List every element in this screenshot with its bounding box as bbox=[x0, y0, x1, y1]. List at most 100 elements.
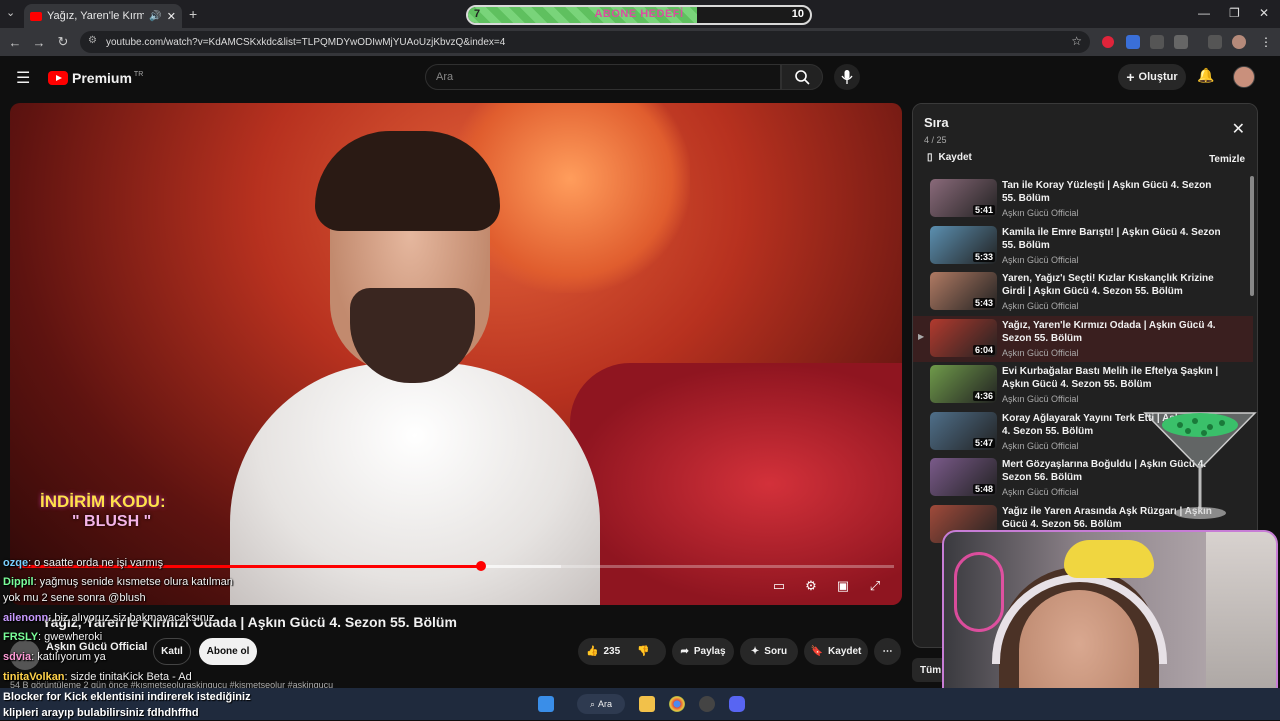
queue-item-title[interactable]: Yağız, Yaren'le Kırmızı Odada | Aşkın Gü… bbox=[1002, 319, 1227, 345]
promo-code-label: İNDİRİM KODU: bbox=[40, 492, 166, 511]
chrome-icon[interactable] bbox=[669, 696, 685, 712]
account-avatar[interactable] bbox=[1233, 66, 1255, 88]
queue-item-title[interactable]: Evi Kurbağalar Bastı Melih ile Eftelya Ş… bbox=[1002, 365, 1227, 391]
queue-item-title[interactable]: Tan ile Koray Yüzleşti | Aşkın Gücü 4. S… bbox=[1002, 179, 1227, 205]
forward-button[interactable]: → bbox=[27, 35, 51, 50]
microphone-icon bbox=[841, 70, 853, 84]
taskbar-search[interactable]: ⌕ Ara bbox=[577, 694, 625, 714]
fullscreen-icon[interactable]: ⤢ bbox=[866, 578, 884, 594]
chat-message: ailenonn: biz alıyoruz siz bakmayacaksın… bbox=[3, 612, 215, 624]
chat-username[interactable]: ozqe bbox=[3, 557, 28, 569]
windows-start-icon[interactable] bbox=[538, 696, 554, 712]
queue-item-thumbnail[interactable]: 4:36 bbox=[930, 365, 997, 403]
goal-end-value: 10 bbox=[791, 8, 804, 20]
queue-item[interactable]: ▶ 6:04 Yağız, Yaren'le Kırmızı Odada | Aşk… bbox=[913, 315, 1253, 362]
queue-item[interactable]: 5:33 Kamila ile Emre Barıştı! | Aşkın Güc… bbox=[913, 223, 1253, 269]
queue-item-thumbnail[interactable]: 5:33 bbox=[930, 225, 997, 264]
scrubber-handle[interactable] bbox=[475, 561, 486, 571]
more-actions-button[interactable]: ⋯ bbox=[874, 638, 901, 665]
subscribe-button[interactable]: Abone ol bbox=[199, 638, 257, 665]
address-bar[interactable]: ⚙ youtube.com/watch?v=KdAMCSKxkdc&list=T… bbox=[80, 31, 1090, 53]
share-icon: ➦ bbox=[680, 646, 689, 657]
browser-menu-icon[interactable]: ⋮ bbox=[1260, 35, 1272, 49]
theater-mode-icon[interactable]: ▣ bbox=[834, 578, 852, 594]
youtube-logo[interactable]: Premium TR bbox=[48, 70, 143, 86]
chat-text: : katılıyorum ya bbox=[31, 651, 106, 663]
filter-chip-all[interactable]: Tüm bbox=[912, 658, 942, 682]
chat-username[interactable]: tinitaVolkan bbox=[3, 671, 65, 683]
save-button[interactable]: 🔖 Kaydet bbox=[804, 638, 868, 665]
video-player[interactable]: İNDİRİM KODU: " BLUSH " ▭ ⚙ ▣ ⤢ bbox=[10, 103, 902, 605]
dislike-icon[interactable]: 👎 bbox=[637, 646, 649, 657]
extension-icon[interactable] bbox=[1150, 35, 1164, 49]
maximize-button[interactable]: ❐ bbox=[1229, 6, 1240, 20]
banner-line-1: Blocker for Kick eklentisini indirerek i… bbox=[3, 691, 251, 703]
queue-item-thumbnail[interactable]: 5:47 bbox=[930, 411, 997, 450]
bookmark-star-icon[interactable]: ☆ bbox=[1071, 34, 1082, 48]
queue-item-title[interactable]: Yaren, Yağız'ı Seçti! Kızlar Kıskançlık … bbox=[1002, 272, 1227, 298]
queue-scrollbar[interactable] bbox=[1250, 176, 1254, 296]
chat-username[interactable]: sdvia bbox=[3, 651, 31, 663]
hamburger-menu-icon[interactable]: ☰ bbox=[16, 68, 30, 88]
queue-save-label: Kaydet bbox=[938, 152, 972, 163]
site-info-icon[interactable]: ⚙ bbox=[88, 35, 97, 46]
back-button[interactable]: ← bbox=[3, 35, 27, 50]
chat-username[interactable]: ailenonn bbox=[3, 612, 48, 624]
browser-tab-active[interactable]: Yağız, Yaren'le Kırmızı Odada 🔊 ✕ bbox=[24, 4, 182, 28]
reading-list-icon[interactable] bbox=[1208, 35, 1222, 49]
create-button[interactable]: + Oluştur bbox=[1118, 64, 1186, 90]
search-button[interactable] bbox=[781, 64, 823, 90]
like-count[interactable]: 235 bbox=[603, 646, 620, 657]
queue-clear-button[interactable]: Temizle bbox=[1209, 154, 1245, 165]
chat-username[interactable]: FRSLY bbox=[3, 631, 38, 643]
queue-item-thumbnail[interactable]: 6:04 bbox=[930, 318, 997, 357]
like-icon[interactable]: 👍 bbox=[586, 646, 598, 657]
app-icon[interactable] bbox=[699, 696, 715, 712]
queue-item-thumbnail[interactable]: 5:41 bbox=[930, 179, 997, 217]
chat-message: ozqe: o saatte orda ne işi varmış bbox=[3, 557, 163, 569]
extension-record-icon[interactable] bbox=[1102, 36, 1114, 48]
queue-item[interactable]: 5:41 Tan ile Koray Yüzleşti | Aşkın Gücü … bbox=[913, 176, 1253, 222]
chat-text: : gwewheroki bbox=[38, 631, 103, 643]
new-tab-button[interactable]: + bbox=[189, 6, 197, 22]
share-button[interactable]: ➦ Paylaş bbox=[672, 638, 734, 665]
queue-item-duration: 5:47 bbox=[972, 437, 995, 448]
chat-message: FRSLY: gwewheroki bbox=[3, 631, 102, 643]
join-button[interactable]: Katıl bbox=[153, 638, 191, 665]
chat-text: : sizde tinitaKick Beta - Ad bbox=[64, 671, 192, 683]
queue-item-channel: Aşkın Gücü Official bbox=[1002, 394, 1079, 404]
subtitles-icon[interactable]: ▭ bbox=[770, 578, 788, 594]
notifications-bell-icon[interactable]: 🔔 bbox=[1197, 67, 1214, 84]
speaker-icon[interactable]: 🔊 bbox=[149, 11, 161, 22]
queue-item-duration: 4:36 bbox=[972, 391, 995, 401]
queue-item[interactable]: 4:36 Evi Kurbağalar Bastı Melih ile Eftel… bbox=[913, 362, 1253, 408]
queue-item-channel: Aşkın Gücü Official bbox=[1002, 301, 1079, 311]
chat-text: yok mu 2 sene sonra @blush bbox=[3, 592, 146, 604]
search-input[interactable]: Ara bbox=[425, 64, 781, 90]
queue-save-button[interactable]: ▯ Kaydet bbox=[927, 152, 972, 163]
chat-text: : yağmuş senide kısmetse olura katılman bbox=[33, 576, 233, 588]
chat-message: Dippil: yağmuş senide kısmetse olura kat… bbox=[3, 576, 233, 588]
extension-translate-icon[interactable] bbox=[1126, 35, 1140, 49]
queue-close-icon[interactable]: ✕ bbox=[1232, 119, 1245, 139]
window-close-button[interactable]: ✕ bbox=[1259, 6, 1269, 20]
minimize-button[interactable]: — bbox=[1198, 6, 1210, 20]
voice-search-button[interactable] bbox=[834, 64, 860, 90]
settings-gear-icon[interactable]: ⚙ bbox=[802, 578, 820, 594]
queue-item[interactable]: 5:43 Yaren, Yağız'ı Seçti! Kızlar Kıskanç… bbox=[913, 269, 1253, 315]
save-label: Kaydet bbox=[828, 646, 862, 657]
bookmark-icon: 🔖 bbox=[810, 646, 824, 657]
discord-icon[interactable] bbox=[729, 696, 745, 712]
queue-item-title[interactable]: Kamila ile Emre Barıştı! | Aşkın Gücü 4.… bbox=[1002, 226, 1227, 252]
ask-button[interactable]: ✦ Soru bbox=[740, 638, 798, 665]
tab-search-icon[interactable]: ⌄ bbox=[6, 6, 15, 19]
video-frame-sofa bbox=[570, 363, 902, 605]
profile-avatar-icon[interactable] bbox=[1232, 35, 1246, 49]
queue-item-thumbnail[interactable]: 5:43 bbox=[930, 272, 997, 310]
extensions-puzzle-icon[interactable] bbox=[1174, 35, 1188, 49]
tab-close-icon[interactable]: ✕ bbox=[167, 10, 176, 23]
queue-item-thumbnail[interactable]: 5:48 bbox=[930, 458, 997, 496]
chat-username[interactable]: Dippil bbox=[3, 576, 34, 588]
file-explorer-icon[interactable] bbox=[639, 696, 655, 712]
reload-button[interactable]: ↻ bbox=[51, 34, 75, 50]
